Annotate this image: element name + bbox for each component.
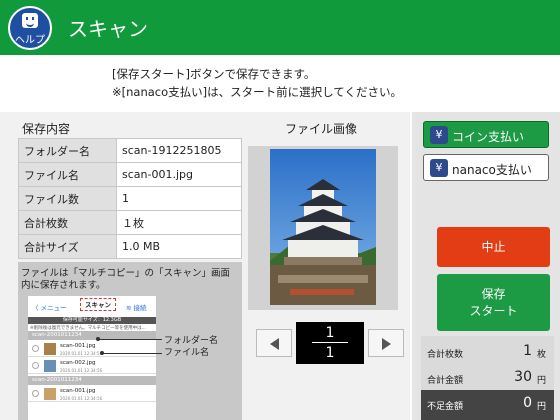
callout-file-name: ファイル名 [164,348,210,358]
mini-file-row: scan-001.jpg 2020.01.01 12:34:56 [28,386,156,402]
row-key: 合計サイズ [18,234,117,259]
mini-file-name: scan-001.jpg [60,388,96,394]
contents-title: 保存内容 [22,122,71,136]
mini-file-date: 2020.01.01 12:34:56 [60,368,103,373]
table-row: 合計サイズ 1.0 MB [18,234,242,259]
row-key: フォルダー名 [18,138,117,163]
mini-thumbnail [44,388,56,400]
prev-page-button[interactable] [256,329,292,357]
castle-image [270,179,376,305]
row-value: scan-1912251805 [116,138,242,163]
contents-table: フォルダー名 scan-1912251805 ファイル名 scan-001.jpg … [18,138,242,259]
summary-key: 不足金額 [427,402,464,412]
summary-unit: 枚 [536,350,546,360]
mini-file-row: scan-002.jpg 2020.01.01 12:34:56 [28,358,156,374]
help-screenshot: 〈 メニュー スキャン ≋ 接続 保存可能サイズ：12.3GB ※削除後は復元で… [28,296,156,420]
arrow-right-icon [382,338,391,350]
mini-header: 〈 メニュー スキャン ≋ 接続 [28,296,156,316]
mini-file-date: 2020.01.01 12:34:56 [60,396,103,401]
mini-radio-icon [32,390,39,397]
page-indicator: 1 1 [296,322,364,364]
mini-title: スキャン [80,298,116,311]
castle-photo [270,149,376,305]
help-label: ヘルプ [15,35,45,46]
table-row: ファイル名 scan-001.jpg [18,162,242,187]
row-key: 合計枚数 [18,210,117,235]
summary-key: 合計枚数 [427,350,464,360]
callout-line [102,353,162,354]
coin-payment-label: コイン支払い [452,130,525,144]
notice-line-2: ※[nanaco支払い]は、スタート前に選択してください。 [112,85,402,99]
summary-row-total-sheets: 合計枚数 1 枚 [421,338,554,366]
yen-icon: ¥ [430,159,448,177]
robot-face-icon [22,13,38,28]
table-row: フォルダー名 scan-1912251805 [18,138,242,163]
mini-connect-icon: ≋ 接続 [126,304,147,312]
row-value: １枚 [116,210,242,235]
summary-unit: 円 [536,376,546,386]
table-row: ファイル数 1 [18,186,242,211]
help-note-text: ファイルは「マルチコピー」の「スキャン」画面内に保存されます。 [21,268,231,291]
page-divider [312,342,348,343]
mini-radio-icon [32,362,39,369]
mini-radio-icon [32,345,39,352]
payment-summary: 合計枚数 1 枚 合計金額 30 円 不足金額 0 円 [421,336,554,420]
row-value: 1 [116,186,242,211]
arrow-left-icon [270,338,279,350]
mini-file-date: 2020.01.01 12:34:56 [60,351,103,356]
page-current: 1 [325,325,335,341]
row-value: scan-001.jpg [116,162,242,187]
row-key: ファイル数 [18,186,117,211]
next-page-button[interactable] [368,329,404,357]
nanaco-payment-label: nanaco支払い [452,163,532,177]
summary-value: 0 [523,395,532,411]
page-title: スキャン [68,17,148,41]
mini-capacity-bar: 保存可能サイズ：12.3GB [28,317,156,324]
header-bar: ヘルプ スキャン [0,0,560,55]
row-value: 1.0 MB [116,234,242,259]
mini-thumbnail [44,343,56,355]
summary-unit: 円 [536,402,546,412]
mini-back-link: 〈 メニュー [32,304,67,312]
save-start-button[interactable]: 保存 スタート [437,274,550,331]
callout-line [98,339,162,340]
mini-file-row: scan-001.jpg 2020.01.01 12:34:56 [28,341,156,357]
mini-file-name: scan-002.jpg [60,360,96,366]
row-key: ファイル名 [18,162,117,187]
mini-folder-row: scan-2001011234 [28,376,156,385]
help-button[interactable]: ヘルプ [8,6,52,50]
coin-payment-button[interactable]: ¥ コイン支払い [423,121,549,148]
image-title: ファイル画像 [285,122,358,136]
mini-thumbnail [44,360,56,372]
summary-value: 1 [523,343,532,359]
summary-row-total-amount: 合計金額 30 円 [421,364,554,392]
notice-line-1: [保存スタート]ボタンで保存できます。 [112,67,316,81]
save-label-line1: 保存 [481,287,506,301]
yen-icon: ¥ [430,126,448,144]
mini-file-name: scan-001.jpg [60,343,96,349]
summary-key: 合計金額 [427,376,464,386]
image-preview [248,146,398,310]
stop-button[interactable]: 中止 [437,227,550,267]
table-row: 合計枚数 １枚 [18,210,242,235]
save-label-line2: スタート [469,304,518,318]
summary-value: 30 [514,369,532,385]
page-total: 1 [325,345,335,361]
nanaco-payment-button[interactable]: ¥ nanaco支払い [423,154,549,181]
summary-row-shortfall: 不足金額 0 円 [421,390,554,420]
